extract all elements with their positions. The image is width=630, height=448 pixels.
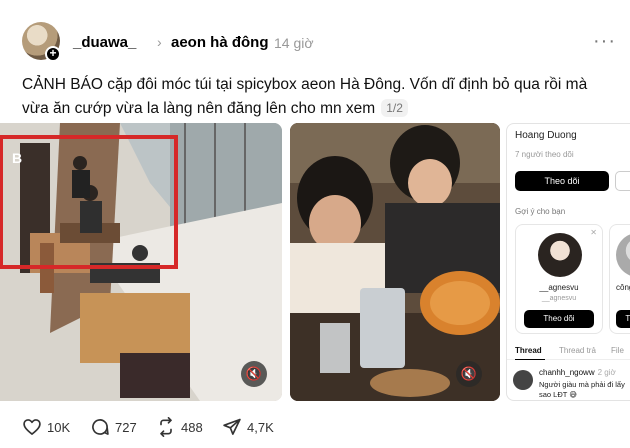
more-icon[interactable]: ··· xyxy=(593,30,616,53)
mute-icon[interactable]: 🔇 xyxy=(241,361,267,387)
suggestion-handle: __agnesvu xyxy=(541,295,577,302)
close-icon: ✕ xyxy=(590,228,597,237)
community-name[interactable]: aeon hà đông xyxy=(171,34,269,51)
media-profile-screenshot[interactable]: Hoang Duong 7 người theo dõi Theo dõi Gợ… xyxy=(506,123,630,401)
translation-pager[interactable]: 1/2 xyxy=(381,99,408,117)
suggestions-title: Gợi ý cho bạn xyxy=(515,207,566,216)
share-count: 4,7K xyxy=(247,419,274,435)
profile-name: Hoang Duong xyxy=(515,130,577,141)
suggestion-card: công c Theo xyxy=(609,224,630,334)
tab-thread: Thread xyxy=(515,346,542,355)
like-button[interactable]: 10K xyxy=(22,416,70,438)
username[interactable]: _duawa_ xyxy=(73,34,136,51)
profile-tabs: Thread Thread trả File xyxy=(507,344,630,360)
like-count: 10K xyxy=(47,419,71,435)
restaurant-scene xyxy=(290,123,500,401)
reply-username: chanhh_ngoww xyxy=(539,368,595,377)
comment-button[interactable]: 727 xyxy=(90,416,137,438)
tab-replies: Thread trả xyxy=(559,346,596,355)
chevron-right-icon: › xyxy=(157,34,162,50)
follow-button: Theo dõi xyxy=(515,171,609,191)
repost-button[interactable]: 488 xyxy=(156,416,203,438)
followers-count: 7 người theo dõi xyxy=(515,150,574,159)
post-header: + _duawa_ › aeon hà đông 14 giờ ··· xyxy=(22,22,622,62)
avatar xyxy=(616,233,630,277)
svg-text:B: B xyxy=(12,150,22,166)
suggestion-name: __agnesvu xyxy=(539,283,579,292)
comment-icon xyxy=(92,419,109,435)
post-caption: CẢNH BÁO cặp đôi móc túi tại spicybox ae… xyxy=(22,73,612,121)
avatar xyxy=(513,370,533,390)
avatar xyxy=(538,233,582,277)
heart-icon xyxy=(23,419,41,435)
reply-text: Người giàu mà phải đi lấy sao LĐT 😅 xyxy=(539,380,625,399)
caption-text: CẢNH BÁO cặp đôi móc túi tại spicybox ae… xyxy=(22,76,588,117)
suggestion-follow-button: Theo xyxy=(616,310,630,328)
repost-icon xyxy=(160,417,172,437)
secondary-button xyxy=(615,171,630,191)
share-button[interactable]: 4,7K xyxy=(222,416,274,438)
mute-icon[interactable]: 🔇 xyxy=(456,361,482,387)
tab-files: File xyxy=(611,346,624,355)
suggestion-card: ✕ __agnesvu __agnesvu Theo dõi xyxy=(515,224,603,334)
repost-count: 488 xyxy=(181,419,203,435)
comment-count: 727 xyxy=(115,419,137,435)
reply-header: chanhh_ngoww 2 giờ xyxy=(539,368,616,377)
reply-time: 2 giờ xyxy=(597,368,616,377)
tab-indicator xyxy=(515,359,545,360)
share-icon xyxy=(223,418,241,435)
suggestion-follow-button: Theo dõi xyxy=(524,310,594,328)
suggestion-name: công c xyxy=(616,283,630,292)
cctv-scene: B xyxy=(0,123,282,401)
action-bar: 10K 727 488 4,7K xyxy=(22,416,442,438)
media-cctv-video[interactable]: B 🔇 xyxy=(0,123,282,401)
post-time: 14 giờ xyxy=(274,35,314,51)
media-restaurant-photo[interactable]: 🔇 xyxy=(290,123,500,401)
plus-icon[interactable]: + xyxy=(45,46,61,62)
